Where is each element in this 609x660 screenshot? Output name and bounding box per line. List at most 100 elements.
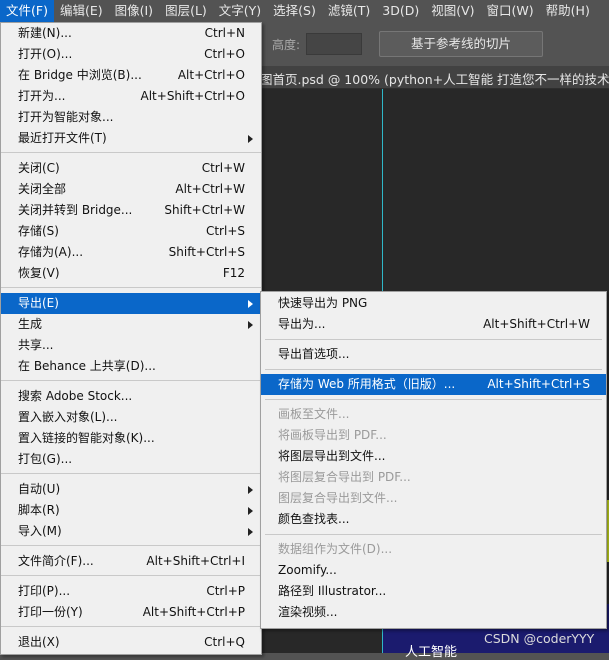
- menu-item-place-linked[interactable]: 置入链接的智能对象(K)...: [1, 428, 261, 449]
- menu-item-file-info[interactable]: 文件简介(F)... Alt+Shift+Ctrl+I: [1, 551, 261, 572]
- menubar-type[interactable]: 文字(Y): [213, 0, 267, 22]
- menubar-view[interactable]: 视图(V): [425, 0, 480, 22]
- menu-item-recent-files[interactable]: 最近打开文件(T): [1, 128, 261, 149]
- menu-item-export-as[interactable]: 导出为... Alt+Shift+Ctrl+W: [261, 314, 606, 335]
- menu-item-render-video[interactable]: 渲染视频...: [261, 602, 606, 623]
- menu-separator: [1, 575, 261, 576]
- menu-item-print-one-copy[interactable]: 打印一份(Y) Alt+Shift+Ctrl+P: [1, 602, 261, 623]
- menu-item-quick-export-png[interactable]: 快速导出为 PNG: [261, 293, 606, 314]
- menu-item-save[interactable]: 存储(S) Ctrl+S: [1, 221, 261, 242]
- menu-item-label: 退出(X): [18, 635, 60, 649]
- menu-separator: [1, 473, 261, 474]
- menu-item-label: 置入链接的智能对象(K)...: [18, 431, 155, 445]
- menu-item-shortcut: F12: [222, 266, 245, 280]
- menu-item-label: 渲染视频...: [278, 605, 338, 619]
- menu-item-layers-to-files[interactable]: 将图层导出到文件...: [261, 446, 606, 467]
- menu-item-exit[interactable]: 退出(X) Ctrl+Q: [1, 632, 261, 653]
- menu-item-layer-comps-to-files: 图层复合导出到文件...: [261, 488, 606, 509]
- menubar-image[interactable]: 图像(I): [109, 0, 159, 22]
- menu-item-label: 关闭全部: [18, 182, 67, 196]
- menu-item-label: Zoomify...: [278, 563, 337, 577]
- menu-item-shortcut: Ctrl+P: [206, 584, 245, 598]
- menu-item-scripts[interactable]: 脚本(R): [1, 500, 261, 521]
- menu-item-label: 存储(S): [18, 224, 59, 238]
- menu-item-label: 打包(G)...: [18, 452, 73, 466]
- menu-item-paths-to-illustrator[interactable]: 路径到 Illustrator...: [261, 581, 606, 602]
- menu-item-package[interactable]: 打包(G)...: [1, 449, 261, 470]
- menu-item-new[interactable]: 新建(N)... Ctrl+N: [1, 23, 261, 44]
- menu-item-color-lookup-tables[interactable]: 颜色查找表...: [261, 509, 606, 530]
- menu-item-label: 将图层复合导出到 PDF...: [278, 470, 411, 484]
- menu-item-open-as-smart-object[interactable]: 打开为智能对象...: [1, 107, 261, 128]
- menu-item-shortcut: Alt+Shift+Ctrl+W: [483, 317, 590, 331]
- menu-item-open-as[interactable]: 打开为... Alt+Shift+Ctrl+O: [1, 86, 261, 107]
- menu-item-share[interactable]: 共享...: [1, 335, 261, 356]
- height-label: 高度:: [272, 38, 301, 52]
- menubar-window[interactable]: 窗口(W): [481, 0, 540, 22]
- menubar-filter[interactable]: 滤镜(T): [322, 0, 376, 22]
- menu-item-revert[interactable]: 恢复(V) F12: [1, 263, 261, 284]
- menu-item-open[interactable]: 打开(O)... Ctrl+O: [1, 44, 261, 65]
- menu-item-label: 打印一份(Y): [18, 605, 83, 619]
- menu-item-label: 置入嵌入对象(L)...: [18, 410, 118, 424]
- menu-item-label: 最近打开文件(T): [18, 131, 107, 145]
- menu-item-import[interactable]: 导入(M): [1, 521, 261, 542]
- menu-item-shortcut: Shift+Ctrl+W: [164, 203, 245, 217]
- menu-item-generate[interactable]: 生成: [1, 314, 261, 335]
- menubar-select[interactable]: 选择(S): [267, 0, 322, 22]
- document-tab-title: 图首页.psd @ 100% (python+人工智能 打造您不一样的技术职: [260, 72, 609, 87]
- menu-item-export-preferences[interactable]: 导出首选项...: [261, 344, 606, 365]
- menu-item-browse-in-bridge[interactable]: 在 Bridge 中浏览(B)... Alt+Ctrl+O: [1, 65, 261, 86]
- menu-separator: [265, 369, 602, 370]
- menu-item-label: 共享...: [18, 338, 54, 352]
- menubar-3d[interactable]: 3D(D): [376, 0, 425, 22]
- menu-item-automate[interactable]: 自动(U): [1, 479, 261, 500]
- menu-item-export[interactable]: 导出(E): [1, 293, 261, 314]
- menu-item-label: 生成: [18, 317, 43, 331]
- menu-item-label: 打开为...: [18, 89, 66, 103]
- menu-item-shortcut: Alt+Ctrl+W: [175, 182, 245, 196]
- file-menu: 新建(N)... Ctrl+N 打开(O)... Ctrl+O 在 Bridge 中…: [0, 22, 262, 655]
- menu-separator: [1, 152, 261, 153]
- menubar-help[interactable]: 帮助(H): [540, 0, 596, 22]
- menu-item-save-as[interactable]: 存储为(A)... Shift+Ctrl+S: [1, 242, 261, 263]
- menu-item-search-adobe-stock[interactable]: 搜索 Adobe Stock...: [1, 386, 261, 407]
- menu-item-shortcut: Alt+Shift+Ctrl+P: [142, 605, 245, 619]
- menu-item-shortcut: Ctrl+O: [204, 47, 245, 61]
- menu-item-print[interactable]: 打印(P)... Ctrl+P: [1, 581, 261, 602]
- menu-item-shortcut: Alt+Ctrl+O: [177, 68, 245, 82]
- menu-item-label: 打开(O)...: [18, 47, 73, 61]
- menu-item-label: 导入(M): [18, 524, 62, 538]
- menu-item-label: 脚本(R): [18, 503, 60, 517]
- menu-item-zoomify[interactable]: Zoomify...: [261, 560, 606, 581]
- height-input[interactable]: [306, 33, 362, 55]
- menu-separator: [1, 626, 261, 627]
- menu-item-label: 画板至文件...: [278, 407, 350, 421]
- menu-item-close-all[interactable]: 关闭全部 Alt+Ctrl+W: [1, 179, 261, 200]
- menu-item-close[interactable]: 关闭(C) Ctrl+W: [1, 158, 261, 179]
- menu-item-label: 导出(E): [18, 296, 59, 310]
- submenu-arrow-icon: [248, 507, 253, 515]
- menu-item-label: 存储为(A)...: [18, 245, 84, 259]
- menubar-edit[interactable]: 编辑(E): [54, 0, 109, 22]
- export-submenu: 快速导出为 PNG 导出为... Alt+Shift+Ctrl+W 导出首选项..…: [260, 291, 607, 629]
- menu-item-save-for-web-legacy[interactable]: 存储为 Web 所用格式（旧版）... Alt+Shift+Ctrl+S: [261, 374, 606, 395]
- submenu-arrow-icon: [248, 135, 253, 143]
- menu-item-shortcut: Alt+Shift+Ctrl+I: [146, 554, 245, 568]
- menu-item-close-and-go-to-bridge[interactable]: 关闭并转到 Bridge... Shift+Ctrl+W: [1, 200, 261, 221]
- menu-item-label: 将图层导出到文件...: [278, 449, 386, 463]
- slices-from-guides-button[interactable]: 基于参考线的切片: [379, 31, 543, 57]
- menu-item-label: 文件简介(F)...: [18, 554, 94, 568]
- menu-item-data-sets-as-files: 数据组作为文件(D)...: [261, 539, 606, 560]
- menu-item-label: 在 Behance 上共享(D)...: [18, 359, 156, 373]
- menu-item-label: 新建(N)...: [18, 26, 72, 40]
- menu-bar: 文件(F) 编辑(E) 图像(I) 图层(L) 文字(Y) 选择(S) 滤镜(T…: [0, 0, 609, 22]
- menubar-layer[interactable]: 图层(L): [159, 0, 213, 22]
- menu-separator: [265, 399, 602, 400]
- menu-item-place-embedded[interactable]: 置入嵌入对象(L)...: [1, 407, 261, 428]
- menu-separator: [265, 534, 602, 535]
- menubar-file[interactable]: 文件(F): [0, 0, 54, 22]
- watermark-text: CSDN @coderYYY: [484, 631, 595, 646]
- menu-item-shortcut: Ctrl+N: [204, 26, 245, 40]
- menu-item-share-on-behance[interactable]: 在 Behance 上共享(D)...: [1, 356, 261, 377]
